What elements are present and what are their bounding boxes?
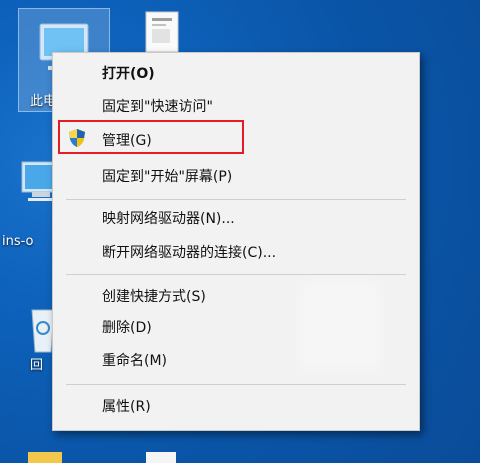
menu-item-open-label: 打开(O) [102,66,155,82]
menu-item-rename-label: 重命名(M) [102,353,168,369]
menu-item-map-network-drive-label: 映射网络驱动器(N)... [102,211,235,227]
recycle-bin-label: 回 [30,358,44,373]
menu-separator-1 [66,199,406,200]
document-icon[interactable] [144,10,180,54]
menu-separator-3 [66,384,406,385]
menu-item-rename[interactable]: 重命名(M) [52,348,418,374]
menu-item-map-network-drive[interactable]: 映射网络驱动器(N)... [52,206,418,232]
menu-item-open[interactable]: 打开(O) [52,61,418,87]
partial-document-icon[interactable] [146,452,176,463]
menu-item-delete[interactable]: 删除(D) [52,315,418,341]
desktop: 此电 ins-o 回 打开(O) 固定到"快速访问" 管理(G) 固定到"开始"… [0,0,480,463]
menu-item-pin-start-label: 固定到"开始"屏幕(P) [102,169,233,185]
manage-highlight-box [58,120,244,154]
partial-folder-icon[interactable] [28,452,62,463]
menu-item-properties-label: 属性(R) [102,399,151,415]
menu-item-disconnect-network-drive-label: 断开网络驱动器的连接(C)... [102,245,277,261]
menu-item-properties[interactable]: 属性(R) [52,394,418,420]
menu-item-create-shortcut-label: 创建快捷方式(S) [102,289,206,305]
menu-item-pin-start[interactable]: 固定到"开始"屏幕(P) [52,164,418,190]
menu-item-pin-quick-access[interactable]: 固定到"快速访问" [52,94,418,120]
menu-item-delete-label: 删除(D) [102,320,152,336]
ins-o-label: ins-o [2,234,34,249]
menu-item-disconnect-network-drive[interactable]: 断开网络驱动器的连接(C)... [52,240,418,266]
menu-item-pin-quick-access-label: 固定到"快速访问" [102,99,213,115]
menu-separator-2 [66,274,406,275]
menu-item-create-shortcut[interactable]: 创建快捷方式(S) [52,284,418,310]
